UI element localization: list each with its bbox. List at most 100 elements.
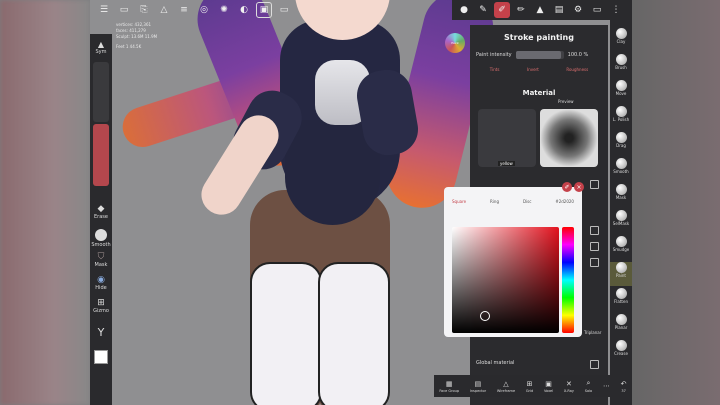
video-icon[interactable]: ▭ [276,2,292,18]
color-swatch[interactable] [94,350,108,364]
tool-flatten[interactable]: Flatten [610,288,632,312]
grid-button[interactable]: ⊞ Grid [526,380,533,393]
tool-selmask[interactable]: SelMask [610,210,632,234]
stats-line: Sculpt: 13.6M [116,34,144,39]
paint-brush-icon[interactable]: ✐ [494,2,510,18]
bottom-label: Face Group [439,388,460,393]
material-ball-icon[interactable]: ● [456,2,472,18]
mode-invert[interactable]: Invert [527,67,539,72]
material-title: Material [522,89,556,97]
image-icon[interactable]: ◐ [236,2,252,18]
tool-brush[interactable]: Brush [610,54,632,78]
tool-drag[interactable]: Drag [610,132,632,156]
sym-icon: ▲ [97,40,105,49]
intensity-bar[interactable] [515,51,564,59]
undo-icon: ↶ [620,379,627,388]
image-icon[interactable]: ▣ [256,2,272,18]
undo-button[interactable]: ↶ 37 [621,380,627,393]
tool-mask[interactable]: Mask [610,184,632,208]
mode-roughness[interactable]: Roughness [566,67,588,72]
document-icon[interactable]: ▭ [589,2,605,18]
panel-title: Stroke painting [504,33,574,42]
eyedropper-icon[interactable]: ✐ [562,182,572,192]
tab-ring[interactable]: Ring [490,199,499,204]
tab-square[interactable]: Square [452,199,466,204]
more-button[interactable]: ⋯ [603,382,610,391]
wireframe-icon[interactable]: △ [156,2,172,18]
tool-planar[interactable]: Planar [610,314,632,338]
hue-slider[interactable] [562,227,574,333]
tool-sphere-icon [615,158,627,169]
settings-icon[interactable]: ◎ [196,2,212,18]
global-material-checkbox[interactable] [590,360,599,369]
tool-paint[interactable]: Paint [610,262,632,286]
hide-button[interactable]: ◉ Hide [90,275,112,291]
radius-slider[interactable] [93,62,109,122]
checkbox[interactable] [590,226,599,235]
tool-l-polish[interactable]: L. Polish [610,106,632,130]
folder-icon[interactable]: ▭ [116,2,132,18]
smooth-button[interactable]: Smooth [90,229,112,248]
preview-label[interactable]: Preview [558,99,574,104]
mode-tints[interactable]: Tints [490,67,500,72]
tool-sphere-icon [615,106,627,117]
topology-icon[interactable]: ▲ [532,2,548,18]
tool-sphere-icon [615,314,627,325]
menu-icon[interactable]: ☰ [96,2,112,18]
wireframe-button[interactable]: △ Wireframe [497,380,515,393]
gizmo-icon: ⊞ [97,298,105,308]
tool-crease[interactable]: Crease [610,340,632,364]
alpha-thumbnail[interactable] [540,109,598,167]
camera-icon[interactable]: ✺ [216,2,232,18]
top-toolbar: ☰ ▭ ⎘ △ ≡ ◎ ✺ ◐ ▣ ▭ [90,0,292,20]
face-group-button[interactable]: ▦ Face Group [439,380,459,393]
tool-label: Brush [615,65,627,70]
solo-icon: ⌕ [586,379,591,387]
bottom-label: Voxel [543,388,554,393]
checkbox[interactable] [590,180,599,189]
tool-clay[interactable]: Clay [610,28,632,52]
tool-smooth[interactable]: Smooth [610,158,632,182]
solo-button[interactable]: ⌕ Solo [585,379,592,393]
mesh-name: Feet 1 [116,44,129,49]
mask-button[interactable]: ⛉ Mask [90,252,112,268]
tool-label: Drag [616,143,626,148]
erase-button[interactable]: ◆ Erase [90,204,112,220]
brush-shape-icon[interactable]: Y [90,326,112,339]
tool-sphere-icon [615,28,627,39]
picker-controls: ✐ × [562,182,584,192]
bottom-label: Wireframe [496,388,516,393]
gear-icon[interactable]: ⚙ [570,2,586,18]
avatar-label: Paint [451,41,459,45]
mesh-count: 44.5K [129,44,142,49]
bottom-label: Solo [584,389,593,393]
pen-icon[interactable]: ✎ [475,2,491,18]
tool-move[interactable]: Move [610,80,632,104]
avatar[interactable]: Paint [445,33,465,53]
hex-value[interactable]: #2d2020 [555,199,574,204]
saturation-value-square[interactable] [452,227,559,333]
scene-icon[interactable]: ⎘ [136,2,152,18]
inspector-button[interactable]: ▤ Inspector [470,380,486,393]
voxel-button[interactable]: ▣ Voxel [544,380,553,393]
material-thumbnail[interactable] [478,109,536,167]
shield-icon: ⛉ [97,252,105,262]
close-icon[interactable]: × [574,182,584,192]
paint-intensity-row[interactable]: Paint intensity 100.0 % [476,49,602,61]
intensity-slider[interactable] [93,124,109,186]
tab-disc[interactable]: Disc [523,199,531,204]
xray-button[interactable]: ✕ X-Ray [564,380,574,393]
more-icon[interactable]: ⋮ [608,2,624,18]
sym-button[interactable]: ▲ Sym [90,40,112,55]
pencil-icon[interactable]: ✏ [513,2,529,18]
color-cursor[interactable] [480,311,490,321]
layers-icon[interactable]: ▤ [551,2,567,18]
tool-smudge[interactable]: Smudge [610,236,632,260]
hide-icon: ◉ [97,275,105,285]
gizmo-button[interactable]: ⊞ Gizmo [90,298,112,314]
stats-readout: vertices: 432,361 faces: 411,279 Sculpt:… [116,22,157,40]
checkbox[interactable] [590,242,599,251]
layers-icon[interactable]: ≡ [176,2,192,18]
tool-label: Smudge [612,247,630,252]
checkbox[interactable] [590,258,599,267]
